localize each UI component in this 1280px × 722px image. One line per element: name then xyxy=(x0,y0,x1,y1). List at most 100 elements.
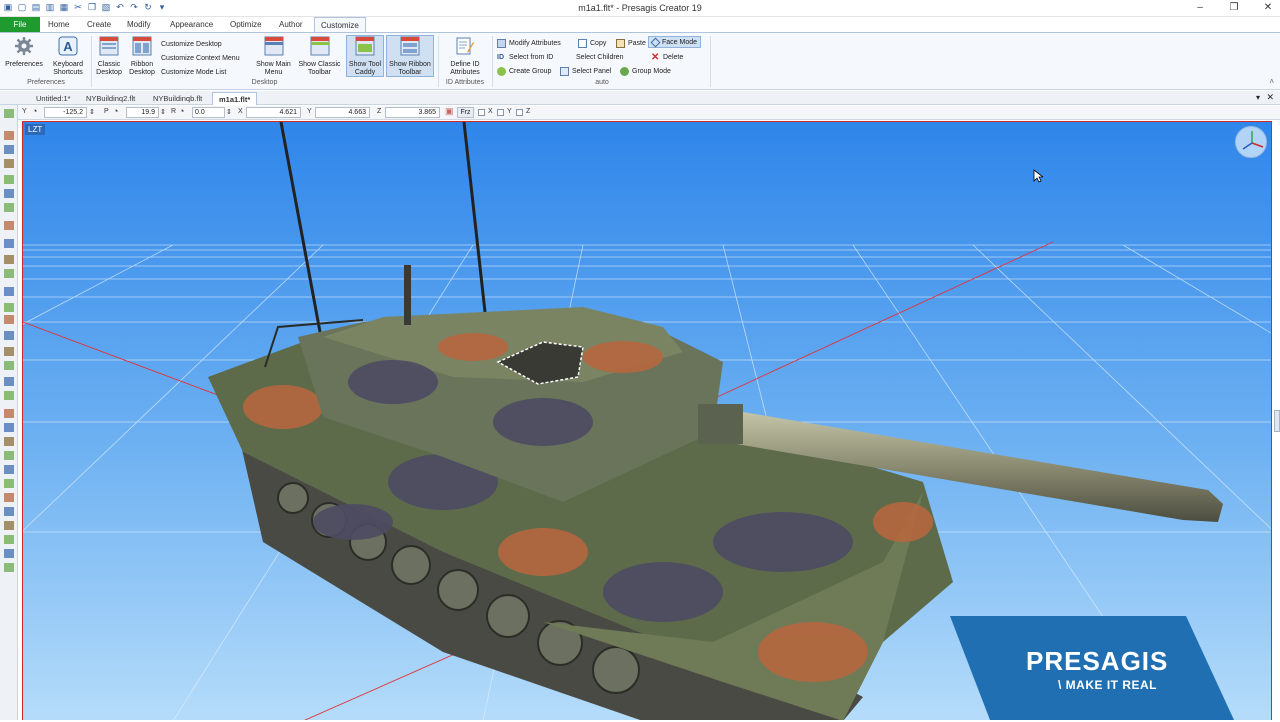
show-tool-caddy-button[interactable]: Show Tool Caddy xyxy=(346,35,384,77)
tool-icon[interactable] xyxy=(4,423,14,432)
scrollbar-thumb[interactable] xyxy=(1274,410,1280,432)
tab-home[interactable]: Home xyxy=(42,17,75,32)
tool-icon[interactable] xyxy=(4,409,14,418)
tool-icon[interactable] xyxy=(4,203,14,212)
tool-icon[interactable] xyxy=(4,331,14,340)
face-mode-button[interactable]: Face Mode xyxy=(648,36,702,48)
yaw-dial-icon[interactable]: ◔ xyxy=(32,106,37,116)
tool-icon[interactable] xyxy=(4,549,14,558)
tool-caddy-icon xyxy=(355,36,375,56)
tool-icon[interactable] xyxy=(4,347,14,356)
copy-button[interactable]: Copy xyxy=(578,37,606,49)
tool-icon[interactable] xyxy=(4,175,14,184)
x-field[interactable]: 4.621 xyxy=(246,107,301,118)
tool-icon[interactable] xyxy=(4,109,14,118)
show-main-menu-button[interactable]: Show Main Menu xyxy=(253,36,294,77)
show-ribbon-toolbar-button[interactable]: Show Ribbon Toolbar xyxy=(386,35,434,77)
select-from-id-button[interactable]: ID Select from ID xyxy=(497,51,553,63)
tab-customize[interactable]: Customize xyxy=(314,17,366,32)
tool-icon[interactable] xyxy=(4,303,14,312)
paste-button[interactable]: Paste xyxy=(616,37,646,49)
pitch-label: P xyxy=(104,108,109,115)
show-classic-toolbar-button[interactable]: Show Classic Toolbar xyxy=(296,36,343,77)
freeze-icon[interactable]: ▣ xyxy=(445,106,454,117)
doc-tab-nybuildingb[interactable]: NYBuildinqb.flt xyxy=(147,92,208,105)
create-group-button[interactable]: Create Group xyxy=(497,65,551,77)
select-panel-button[interactable]: Select Panel xyxy=(560,65,611,77)
tool-icon[interactable] xyxy=(4,145,14,154)
roll-dial-icon[interactable]: ◔ xyxy=(179,106,184,116)
tool-icon[interactable] xyxy=(4,563,14,572)
customize-mode-list-button[interactable]: Customize Mode List xyxy=(161,66,226,78)
ribbon-label-2: Desktop xyxy=(129,69,155,76)
tool-icon[interactable] xyxy=(4,239,14,248)
tab-list-icon[interactable]: ▾ xyxy=(1256,93,1260,102)
tab-optimize[interactable]: Optimize xyxy=(224,17,268,32)
close-icon[interactable]: ✕ xyxy=(1262,2,1274,13)
svg-text:A: A xyxy=(63,39,73,54)
tool-icon[interactable] xyxy=(4,493,14,502)
ribbon-desktop-button[interactable]: Ribbon Desktop xyxy=(126,36,158,77)
tool-icon[interactable] xyxy=(4,521,14,530)
pitch-field[interactable]: 19.9 xyxy=(126,107,159,118)
pitch-spin-icon[interactable]: ⇕ xyxy=(160,108,166,116)
define-id-attributes-button[interactable]: Define ID Attributes xyxy=(442,36,488,77)
tool-icon[interactable] xyxy=(4,315,14,324)
z-field[interactable]: 3.865 xyxy=(385,107,440,118)
delete-label: Delete xyxy=(663,53,684,61)
brand-name: PRESAGIS xyxy=(1026,646,1169,676)
classic-desktop-button[interactable]: Classic Desktop xyxy=(93,36,125,77)
tab-create[interactable]: Create xyxy=(81,17,117,32)
tab-author[interactable]: Author xyxy=(273,17,309,32)
freeze-button[interactable]: Frz xyxy=(457,107,474,118)
customize-context-menu-button[interactable]: Customize Context Menu xyxy=(161,52,240,64)
tool-icon[interactable] xyxy=(4,221,14,230)
tool-icon[interactable] xyxy=(4,361,14,370)
classic-label-1: Classic xyxy=(97,61,121,68)
tab-file[interactable]: File xyxy=(0,17,40,32)
yaw-field[interactable]: -125.2 xyxy=(44,107,87,118)
tool-icon[interactable] xyxy=(4,269,14,278)
lock-x-checkbox[interactable] xyxy=(478,109,485,116)
y-field[interactable]: 4.663 xyxy=(315,107,370,118)
tool-icon[interactable] xyxy=(4,255,14,264)
keyboard-shortcuts-button[interactable]: A Keyboard Shortcuts xyxy=(48,36,88,77)
tool-icon[interactable] xyxy=(4,535,14,544)
tool-icon[interactable] xyxy=(4,507,14,516)
tool-icon[interactable] xyxy=(4,189,14,198)
modify-attributes-button[interactable]: Modify Attributes xyxy=(497,37,561,49)
doc-tab-nybuilding2[interactable]: NYBuildinq2.flt xyxy=(80,92,141,105)
tab-modify[interactable]: Modify xyxy=(121,17,157,32)
minimize-icon[interactable]: – xyxy=(1194,2,1206,13)
preferences-button[interactable]: Preferences xyxy=(4,36,44,69)
tab-appearance[interactable]: Appearance xyxy=(164,17,219,32)
tool-icon[interactable] xyxy=(4,465,14,474)
coordinate-bar: Y ◔ -125.2 ⇕ P ◔ 19.9 ⇕ R ◔ 0.0 ⇕ X 4.62… xyxy=(18,106,1280,120)
tool-icon[interactable] xyxy=(4,377,14,386)
select-children-button[interactable]: Select Children xyxy=(576,51,623,63)
tool-icon[interactable] xyxy=(4,159,14,168)
preferences-label: Preferences xyxy=(5,61,43,68)
tool-icon[interactable] xyxy=(4,479,14,488)
restore-icon[interactable]: ❐ xyxy=(1228,2,1240,13)
doc-tab-m1a1[interactable]: m1a1.flt* xyxy=(212,92,258,105)
roll-field[interactable]: 0.0 xyxy=(192,107,225,118)
close-doc-icon[interactable]: ✕ xyxy=(1266,92,1274,103)
tool-icon[interactable] xyxy=(4,287,14,296)
pitch-dial-icon[interactable]: ◔ xyxy=(113,106,118,116)
tool-icon[interactable] xyxy=(4,131,14,140)
tool-icon[interactable] xyxy=(4,437,14,446)
yaw-spin-icon[interactable]: ⇕ xyxy=(89,108,95,116)
tool-icon[interactable] xyxy=(4,391,14,400)
tool-icon[interactable] xyxy=(4,451,14,460)
group-mode-button[interactable]: Group Mode xyxy=(620,65,671,77)
collapse-ribbon-icon[interactable]: ˄ xyxy=(1269,77,1274,86)
roll-spin-icon[interactable]: ⇕ xyxy=(226,108,232,116)
view-mode-badge[interactable]: LZT xyxy=(25,124,46,135)
delete-button[interactable]: ✕ Delete xyxy=(651,51,683,63)
doc-tab-untitled[interactable]: Untitled:1* xyxy=(30,92,77,105)
lock-y-checkbox[interactable] xyxy=(497,109,504,116)
view-axes-widget[interactable] xyxy=(1235,126,1267,158)
customize-desktop-button[interactable]: Customize Desktop xyxy=(161,38,222,50)
lock-z-checkbox[interactable] xyxy=(516,109,523,116)
